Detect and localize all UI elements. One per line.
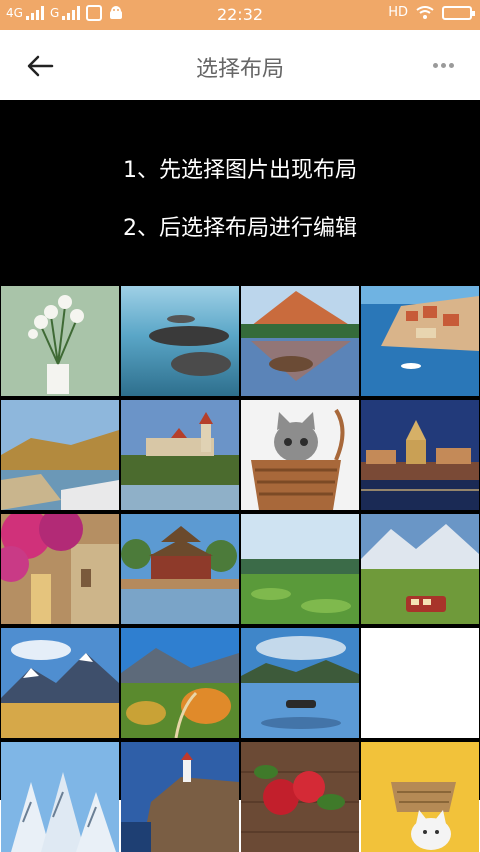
battery-icon [442,5,475,20]
instruction-line-2: 2、后选择布局进行编辑 [123,216,357,241]
dot-icon [432,62,438,68]
status-bar: 4G G 22:32 HD [0,0,480,30]
coastal-town-image [361,286,479,396]
flower-vase-image [1,286,119,396]
seaside-rocks-image [121,286,239,396]
status-right: HD [388,5,475,20]
photo-thumbnail-green-meadow[interactable] [241,514,359,624]
palace-tower-image [121,514,239,624]
photo-thumbnail-kitten-basket[interactable] [241,400,359,510]
cat-yellow-image [361,742,479,852]
snowy-trees-image [1,742,119,852]
photo-thumbnail-snow-peak[interactable] [1,628,119,738]
photo-thumbnail-cat-yellow[interactable] [361,742,479,852]
rocky-coast-image [1,400,119,510]
city-night-image [361,400,479,510]
photo-thumbnail-coastal-town[interactable] [361,286,479,396]
photo-thumbnail-lighthouse-cliff[interactable] [121,742,239,852]
snow-peak-image [1,628,119,738]
photo-thumbnail-snowy-trees[interactable] [1,742,119,852]
castle-hill-image [121,400,239,510]
wifi-icon [416,5,434,19]
photo-thumbnail-mountain-train[interactable] [361,514,479,624]
page-title: 选择布局 [195,57,284,82]
photo-thumbnail-seaside-rocks[interactable] [121,286,239,396]
instruction-line-1: 1、先选择图片出现布局 [123,158,357,183]
more-options-button[interactable] [428,52,458,78]
photo-thumbnail-mountain-lake[interactable] [241,286,359,396]
dot-icon [448,62,454,68]
autumn-valley-image [121,628,239,738]
mountain-train-image [361,514,479,624]
photo-thumbnail-city-night[interactable] [361,400,479,510]
green-meadow-image [241,514,359,624]
photo-thumbnail-flower-vase[interactable] [1,286,119,396]
photo-thumbnail-rocky-coast[interactable] [1,400,119,510]
mountain-lake-image [241,286,359,396]
photo-thumbnail-lake-boat[interactable] [241,628,359,738]
photo-thumbnail-flowered-street[interactable] [1,514,119,624]
kitten-basket-image [241,400,359,510]
flowered-street-image [1,514,119,624]
photo-grid [0,286,480,852]
lighthouse-cliff-image [121,742,239,852]
empty-slot [361,628,479,738]
photo-thumbnail-palace-tower[interactable] [121,514,239,624]
hd-indicator: HD [388,5,408,20]
photo-thumbnail-autumn-valley[interactable] [121,628,239,738]
photo-thumbnail-red-roses[interactable] [241,742,359,852]
lake-boat-image [241,628,359,738]
red-roses-image [241,742,359,852]
app-bar: 选择布局 [0,30,480,100]
dot-icon [440,62,446,68]
instructions-banner: 1、先选择图片出现布局 2、后选择布局进行编辑 [0,100,480,286]
photo-thumbnail-castle-hill[interactable] [121,400,239,510]
